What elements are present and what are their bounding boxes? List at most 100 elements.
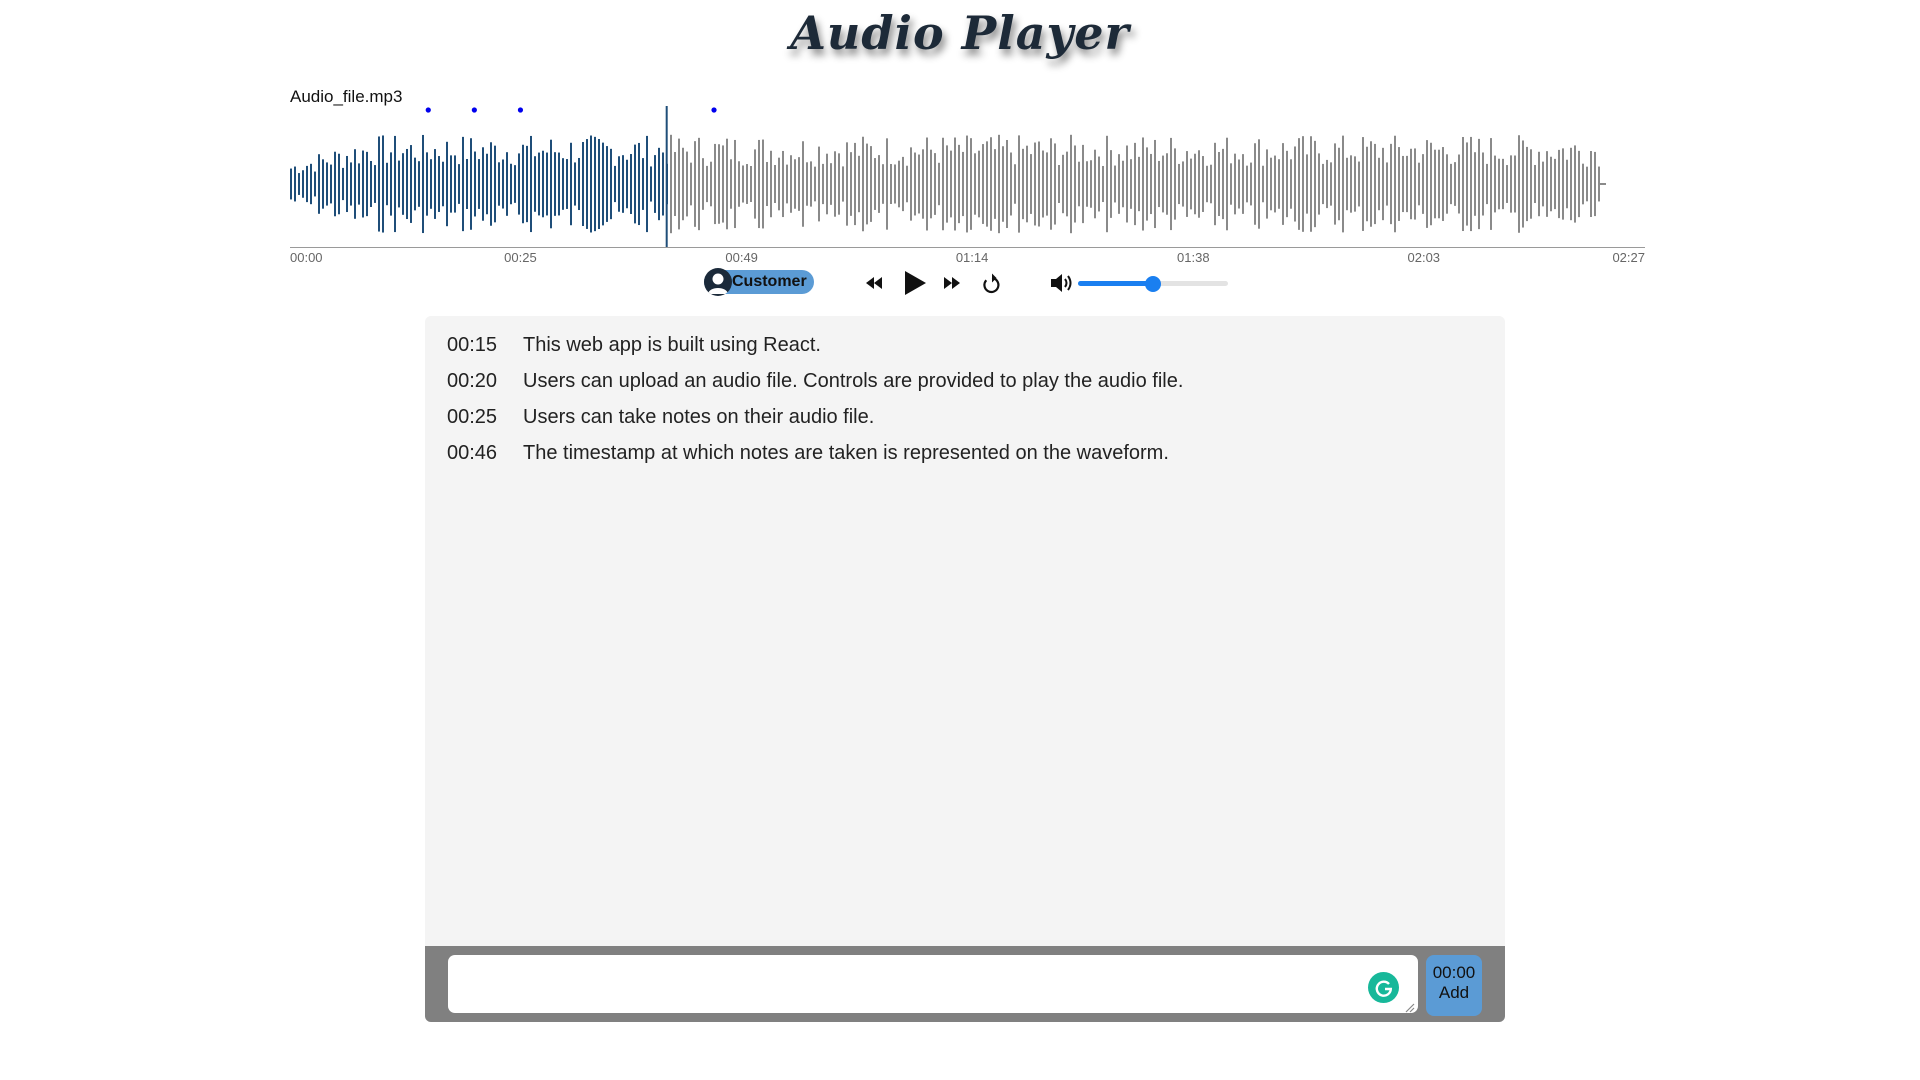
waveform-bar [846,142,848,226]
waveform-bar [974,153,976,215]
waveform-bar [1342,135,1344,233]
waveform-bar [958,144,960,224]
note-marker[interactable] [711,107,717,113]
waveform-bar [1026,145,1028,223]
note-marker[interactable] [517,107,524,113]
waveform-bar [742,165,744,203]
waveform-bar [1038,141,1040,227]
waveform-bar [602,142,604,226]
timeline-tick-label: 02:03 [1407,250,1441,265]
waveform-bar [826,153,828,215]
waveform-bar [934,153,936,215]
rewind-icon [866,277,882,289]
waveform-bar [558,152,560,216]
waveform-bar [1146,147,1148,221]
note-row[interactable]: 00:46 The timestamp at which notes are ta… [447,440,1183,476]
waveform-bar [1598,166,1600,202]
waveform-bar [362,150,364,218]
add-note-button[interactable]: 00:00 Add [1426,955,1482,1016]
waveform-bar [310,163,312,205]
waveform-bar [1238,159,1240,209]
note-text: This web app is built using React. [523,334,821,356]
waveform-bar [1378,157,1380,211]
note-row[interactable]: 00:15 This web app is built using React. [447,332,1183,368]
waveform-bar [1130,159,1132,209]
timeline-tick-label: 01:14 [955,250,989,265]
waveform-bar [1190,158,1192,210]
waveform-bar [1330,162,1332,206]
waveform-bar [546,152,548,216]
waveform-bar [646,135,648,233]
playhead-cursor[interactable] [665,106,668,247]
note-timestamp[interactable]: 00:20 [447,368,523,404]
note-timestamp[interactable]: 00:46 [447,440,523,476]
waveform-bar [450,155,452,213]
waveform-bar [1138,156,1140,212]
waveform-bar [1394,135,1396,233]
waveform-bar [870,146,872,222]
rewind-button[interactable] [864,274,884,297]
waveform-bar [1438,149,1440,219]
waveform-bar [1002,146,1004,222]
waveform-bar [1054,143,1056,225]
waveform-bar [894,164,896,204]
waveform-bar [290,168,292,200]
waveform-bar [474,151,476,217]
notes-panel: 00:15 This web app is built using React. 0… [425,316,1505,1022]
resize-handle-icon[interactable] [1403,1001,1415,1013]
waveform-bar [1066,151,1068,217]
note-marker[interactable] [425,107,431,113]
note-timestamp[interactable]: 00:15 [447,332,523,368]
waveform-bar [1170,137,1172,231]
waveform-bar [978,150,980,218]
waveform-bar [750,165,752,203]
waveform-bar [970,138,972,230]
waveform-bar [1314,140,1316,228]
play-button[interactable] [902,268,928,303]
note-input[interactable] [448,955,1418,1013]
waveform-bar [486,153,488,215]
timeline-tick-label: 01:38 [1177,250,1210,265]
waveform-bar [1042,150,1044,218]
waveform-bar [494,145,496,223]
restart-button[interactable] [981,271,1003,300]
waveform-bar [1306,154,1308,214]
note-text: Users can take notes on their audio file… [523,406,875,428]
note-timestamp[interactable]: 00:25 [447,404,523,440]
waveform-bar [1270,157,1272,211]
waveform-bar [1006,139,1008,229]
waveform-bar [1174,148,1176,220]
waveform-bar [322,159,324,209]
grammarly-icon[interactable] [1368,972,1399,1003]
audio-waveform[interactable] [290,106,1645,247]
waveform-bar [454,155,456,213]
waveform-bar [1046,152,1048,216]
waveform-bar [442,161,444,207]
waveform-bar [1514,155,1516,213]
waveform-bar [1346,157,1348,211]
waveform-bar [1386,162,1388,206]
waveform-bar [890,164,892,204]
waveform-bar [830,163,832,205]
note-row[interactable]: 00:20 Users can upload an audio file. Con… [447,368,1183,404]
waveform-bar [346,155,348,213]
note-row[interactable]: 00:25 Users can take notes on their audio… [447,404,1183,440]
waveform-bar [806,162,808,206]
volume-thumb[interactable] [1145,276,1161,292]
waveform-bar [1502,158,1504,210]
waveform-bar [1106,135,1108,233]
note-marker[interactable] [471,107,477,113]
volume-fill [1078,281,1153,286]
mute-button[interactable] [1049,271,1077,300]
waveform-bar [446,141,448,227]
waveform-bar [1454,162,1456,206]
waveform-bar [670,134,672,234]
speaker-badge[interactable]: Customer [704,268,814,296]
fast-forward-button[interactable] [942,274,962,297]
waveform-bar [398,160,400,208]
waveform-bar [1422,154,1424,214]
waveform-bar [606,146,608,222]
waveform-bar [1258,139,1260,229]
waveform-bar [718,144,720,224]
volume-slider[interactable] [1078,276,1228,292]
